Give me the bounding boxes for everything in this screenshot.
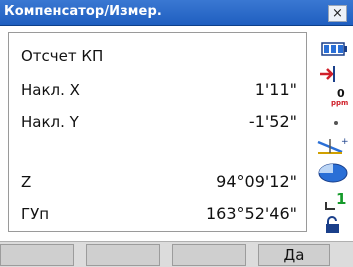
- ppm-unit: ppm: [331, 99, 349, 107]
- softkey-bar: Да: [0, 241, 353, 267]
- dot-icon: [334, 121, 338, 125]
- lock-icon: [326, 216, 339, 233]
- level-bracket-icon: [325, 202, 335, 210]
- target-icon: [320, 66, 335, 82]
- field-value-tilt-y: -1'52": [248, 112, 297, 131]
- field-value-tilt-x: 1'11": [254, 80, 297, 99]
- level-indicator: 1: [312, 189, 350, 215]
- title-bar: Компенсатор/Измер. ×: [0, 0, 353, 26]
- field-label-tilt-x: Накл. X: [21, 81, 80, 99]
- ppm-indicator: 0 ppm: [312, 87, 350, 110]
- yes-button[interactable]: Да: [258, 244, 330, 266]
- close-button[interactable]: ×: [328, 5, 347, 22]
- field-label-horizontal-angle: ГУп: [21, 205, 50, 223]
- softkey-1[interactable]: [0, 244, 74, 266]
- measurement-panel: Отсчет КП Накл. X 1'11" Накл. Y -1'52" Z…: [8, 32, 307, 232]
- field-value-horizontal-angle: 163°52'46": [205, 204, 297, 223]
- battery-icon: [321, 42, 347, 56]
- field-label-tilt-y: Накл. Y: [21, 113, 79, 131]
- disk-icon: [318, 163, 348, 183]
- tilt-compensator-icon: +: [317, 137, 349, 154]
- status-sidebar: 0 ppm + 1: [309, 32, 353, 236]
- level-value: 1: [336, 190, 347, 208]
- softkey-3[interactable]: [172, 244, 246, 266]
- field-value-zenith: 94°09'12": [216, 172, 297, 191]
- svg-text:+: +: [341, 137, 349, 147]
- field-label-zenith: Z: [21, 173, 32, 191]
- field-label-kp-reading: Отсчет КП: [21, 47, 104, 65]
- softkey-2[interactable]: [86, 244, 160, 266]
- window-title: Компенсатор/Измер.: [4, 4, 162, 19]
